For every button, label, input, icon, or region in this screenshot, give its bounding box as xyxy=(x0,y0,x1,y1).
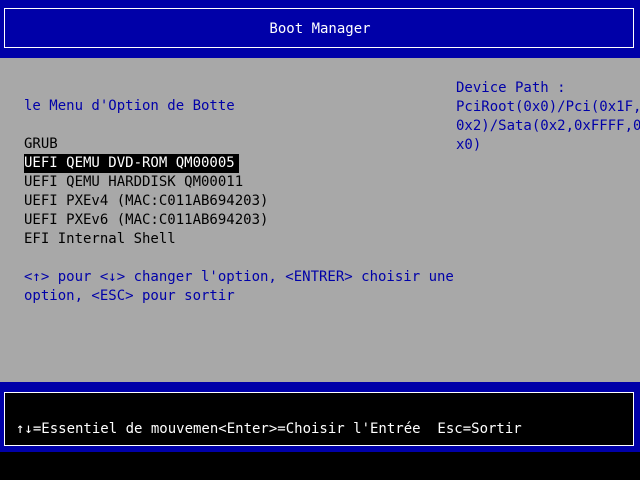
boot-entry-pxev4[interactable]: UEFI PXEv4 (MAC:C011AB694203) xyxy=(24,192,268,211)
instructions-line-1: <↑> pour <↓> changer l'option, <ENTRER> … xyxy=(24,269,454,285)
boot-entry-harddisk[interactable]: UEFI QEMU HARDDISK QM00011 xyxy=(24,173,243,192)
device-path-line-1: PciRoot(0x0)/Pci(0x1F, xyxy=(456,99,640,115)
device-path-label: Device Path : xyxy=(456,80,566,96)
menu-heading: le Menu d'Option de Botte xyxy=(24,98,235,114)
device-path-line-2: 0x2)/Sata(0x2,0xFFFF,0 xyxy=(456,118,640,134)
help-text: ↑↓=Essentiel de mouvemen<Enter>=Choisir … xyxy=(16,421,522,437)
instructions-line-2: option, <ESC> pour sortir xyxy=(24,288,235,304)
page-title: Boot Manager xyxy=(269,21,371,37)
device-path-line-3: x0) xyxy=(456,137,482,153)
boot-entry-grub[interactable]: GRUB xyxy=(24,135,58,154)
boot-manager-screen: Boot Manager le Menu d'Option de Botte G… xyxy=(0,0,640,480)
boot-entry-dvd-rom[interactable]: UEFI QEMU DVD-ROM QM00005 xyxy=(24,154,239,173)
boot-entry-efi-shell[interactable]: EFI Internal Shell xyxy=(24,230,176,249)
boot-entry-pxev6[interactable]: UEFI PXEv6 (MAC:C011AB694203) xyxy=(24,211,268,230)
device-path-panel: Device Path : PciRoot(0x0)/Pci(0x1F, 0x2… xyxy=(456,79,640,155)
